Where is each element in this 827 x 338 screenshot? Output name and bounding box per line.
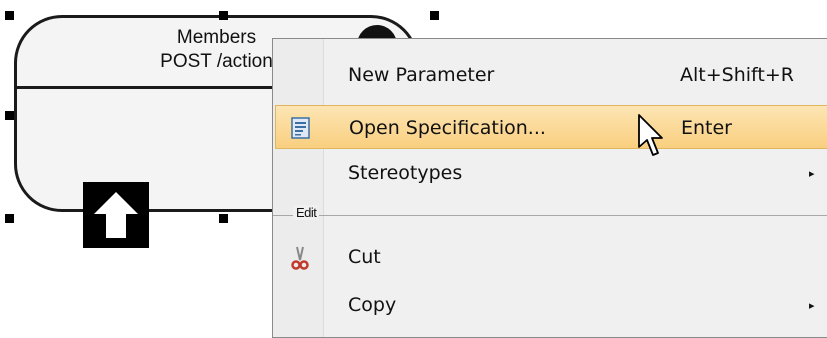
- selection-handle-top-right[interactable]: [430, 11, 439, 20]
- menu-item-label: Copy: [348, 294, 397, 316]
- selection-handle-middle-left[interactable]: [5, 111, 14, 120]
- menu-item-copy[interactable]: Copy ▸: [275, 283, 827, 327]
- menu-item-label: Cut: [348, 246, 381, 268]
- selection-handle-bottom-left[interactable]: [5, 214, 14, 223]
- submenu-arrow-icon: ▸: [809, 299, 815, 312]
- context-menu: New Parameter Alt+Shift+R Open Specifica…: [272, 38, 827, 338]
- selection-handle-top-left[interactable]: [5, 11, 14, 20]
- scissors-icon: [288, 245, 312, 270]
- mouse-cursor-icon: [637, 113, 663, 163]
- menu-item-new-parameter[interactable]: New Parameter Alt+Shift+R: [275, 53, 827, 97]
- menu-item-label: Open Specification...: [349, 117, 546, 139]
- menu-item-shortcut: Alt+Shift+R: [680, 64, 794, 86]
- menu-item-stereotypes[interactable]: Stereotypes ▸: [275, 151, 827, 195]
- menu-item-label: Stereotypes: [348, 162, 463, 184]
- menu-section-edit: Edit: [273, 205, 827, 223]
- selection-handle-bottom-center[interactable]: [219, 214, 228, 223]
- specification-icon: [289, 116, 313, 140]
- section-caption: Edit: [293, 205, 320, 220]
- submenu-arrow-icon: ▸: [809, 167, 815, 180]
- upload-arrow-icon[interactable]: [83, 182, 149, 248]
- selection-handle-top-center[interactable]: [219, 11, 228, 20]
- menu-item-shortcut: Enter: [681, 117, 732, 139]
- section-divider: [273, 215, 827, 216]
- menu-item-open-specification[interactable]: Open Specification... Enter: [275, 105, 827, 149]
- menu-item-label: New Parameter: [348, 64, 495, 86]
- menu-item-cut[interactable]: Cut: [275, 235, 827, 279]
